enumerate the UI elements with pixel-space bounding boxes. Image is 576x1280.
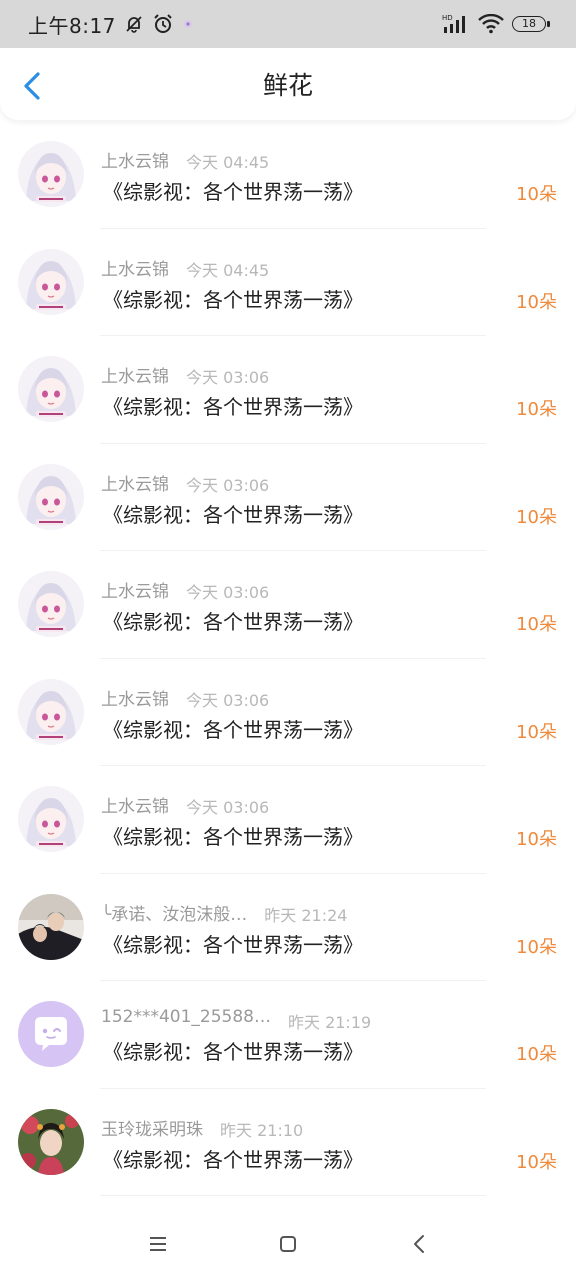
flower-count: 10朵 [516,184,557,205]
status-right: HD 18 [442,13,550,35]
book-title: 《综影视：各个世界荡一荡》 [103,1147,363,1172]
anime-girl-avatar[interactable] [18,141,84,207]
anime-girl-avatar[interactable] [18,463,84,530]
anime-girl-avatar[interactable] [18,571,84,637]
wifi-icon [478,14,504,34]
mute-bell-icon [124,14,144,34]
user-name: 上水云锦 [101,367,169,387]
back-button[interactable] [18,70,46,102]
user-name: 上水云锦 [101,152,169,172]
flower-count: 10朵 [516,1151,557,1173]
anime-girl-avatar[interactable] [18,248,84,315]
gift-time: 今天 03:06 [186,798,270,817]
gift-time: 昨天 21:19 [287,1013,372,1032]
app-notification-icon [182,18,194,30]
flower-count: 10朵 [516,936,557,958]
back-triangle-icon[interactable] [408,1232,432,1256]
user-name: ╰承诺、汝泡沫般… [101,904,248,925]
anime-girl-avatar[interactable] [18,678,84,745]
gift-time: 今天 03:06 [186,475,270,495]
photo-woman-avatar[interactable] [18,1108,84,1175]
flower-count: 10朵 [516,614,557,635]
user-name: 上水云锦 [101,259,169,280]
book-title: 《综影视：各个世界荡一荡》 [103,825,363,849]
flower-count: 10朵 [516,721,557,743]
flower-count: 10朵 [516,506,557,528]
anime-girl-avatar[interactable] [18,786,84,852]
list-item[interactable]: 152***401_25588… 昨天 21:19 《综影视：各个世界荡一荡》 10朵 [0,981,576,1089]
header: 鲜花 [0,48,576,120]
book-title: 《综影视：各个世界荡一荡》 [103,502,363,527]
status-time: 上午8:17 [28,13,116,38]
status-left: 上午8:17 [28,10,194,39]
menu-icon[interactable] [146,1232,170,1256]
svg-text:HD: HD [442,14,453,22]
list-item[interactable]: 上水云锦 今天 03:06 《综影视：各个世界荡一荡》 10朵 [0,659,576,766]
book-title: 《综影视：各个世界荡一荡》 [103,717,363,742]
photo-couple-avatar[interactable] [18,893,84,960]
gift-time: 今天 03:06 [186,690,270,710]
chat-bubble-avatar[interactable] [18,1001,84,1067]
gift-time: 今天 03:06 [186,368,270,387]
book-title: 《综影视：各个世界荡一荡》 [103,1040,363,1064]
list-item[interactable]: 玉玲珑采明珠 昨天 21:10 《综影视：各个世界荡一荡》 10朵 [0,1089,576,1196]
user-name: 上水云锦 [101,582,169,602]
user-name: 152***401_25588… [101,1007,271,1027]
list-item[interactable]: 上水云锦 今天 04:45 《综影视：各个世界荡一荡》 10朵 [0,229,576,336]
gift-time: 今天 03:06 [186,583,270,602]
list-item[interactable]: 上水云锦 今天 03:06 《综影视：各个世界荡一荡》 10朵 [0,766,576,874]
user-name: 上水云锦 [101,689,169,710]
book-title: 《综影视：各个世界荡一荡》 [103,395,363,419]
list-item[interactable]: 上水云锦 今天 03:06 《综影视：各个世界荡一荡》 10朵 [0,444,576,551]
list-item[interactable]: 上水云锦 今天 04:45 《综影视：各个世界荡一荡》 10朵 [0,121,576,229]
gift-time: 昨天 21:24 [264,905,348,925]
user-name: 玉玲珑采明珠 [101,1119,203,1140]
flower-record-list: 上水云锦 今天 04:45 《综影视：各个世界荡一荡》 10朵 上水云锦 今天 04:45… [0,121,576,1196]
flower-count: 10朵 [516,1044,557,1065]
book-title: 《综影视：各个世界荡一荡》 [103,180,363,204]
hd-signal-icon: HD [442,13,470,35]
book-title: 《综影视：各个世界荡一荡》 [103,610,363,634]
user-name: 上水云锦 [101,797,169,817]
home-square-icon[interactable] [276,1232,300,1256]
gift-time: 今天 04:45 [186,153,270,172]
row-divider [100,1195,486,1196]
gift-time: 昨天 21:10 [220,1120,304,1140]
flower-count: 10朵 [516,291,557,313]
page-title: 鲜花 [262,71,313,100]
alarm-icon [152,13,174,35]
list-item[interactable]: 上水云锦 今天 03:06 《综影视：各个世界荡一荡》 10朵 [0,336,576,444]
book-title: 《综影视：各个世界荡一荡》 [103,287,363,312]
flower-count: 10朵 [516,399,557,420]
status-bar: 上午8:17 HD 18 [0,0,576,48]
flower-count: 10朵 [516,829,557,850]
chevron-left-icon [24,72,40,100]
list-item[interactable]: 上水云锦 今天 03:06 《综影视：各个世界荡一荡》 10朵 [0,551,576,659]
book-title: 《综影视：各个世界荡一荡》 [103,932,363,957]
gift-time: 今天 04:45 [186,260,270,280]
battery-icon: 18 [512,16,550,32]
system-nav-bar [0,1208,576,1280]
user-name: 上水云锦 [101,474,169,495]
list-item[interactable]: ╰承诺、汝泡沫般… 昨天 21:24 《综影视：各个世界荡一荡》 10朵 [0,874,576,981]
anime-girl-avatar[interactable] [18,356,84,422]
